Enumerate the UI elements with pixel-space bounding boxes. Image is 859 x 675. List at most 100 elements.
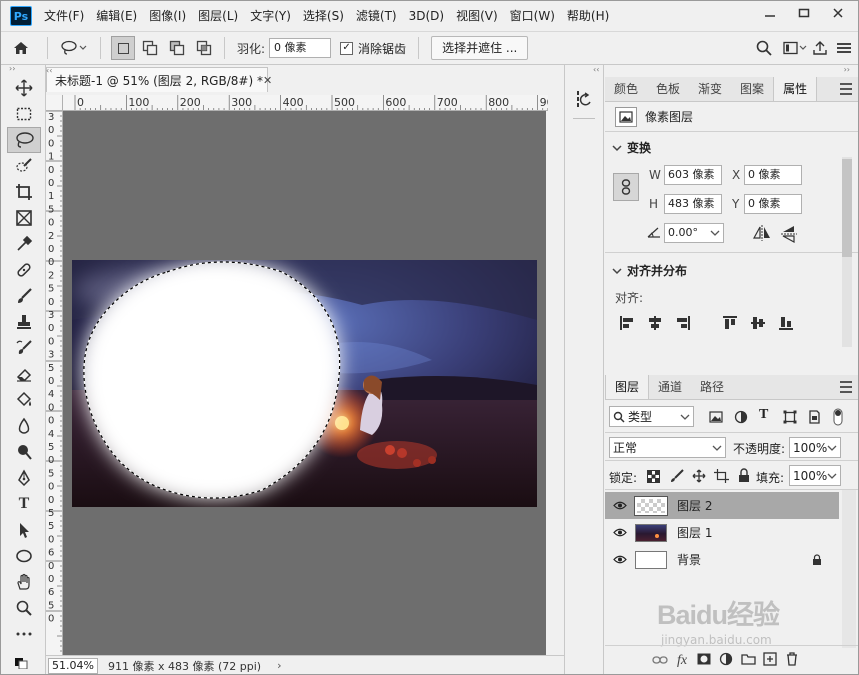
dodge-tool-icon[interactable] <box>7 439 41 465</box>
status-menu-chevron-icon[interactable]: › <box>277 659 281 672</box>
flip-vertical-icon[interactable] <box>781 225 797 243</box>
zoom-tool-icon[interactable] <box>7 595 41 621</box>
vertical-ruler[interactable]: 3 0 0 1 0 0 1 5 0 2 0 0 2 5 0 3 0 0 3 5 0 4 0 0 4 5 0 5 0 0 5 5 0 6 0 0 6 5 0 <box>46 111 63 655</box>
layer-filter-select[interactable]: 类型 <box>609 406 694 427</box>
tab-gradients[interactable]: 渐变 <box>689 77 731 101</box>
new-adjustment-layer-icon[interactable] <box>715 652 737 669</box>
align-center-v-icon[interactable] <box>750 315 766 331</box>
type-tool-icon[interactable]: T <box>7 491 41 517</box>
link-layers-icon[interactable] <box>649 654 671 668</box>
history-panel-icon[interactable] <box>575 89 603 112</box>
tab-swatches[interactable]: 色板 <box>647 77 689 101</box>
height-input[interactable]: 483 像素 <box>664 194 722 214</box>
swap-colors-icon[interactable] <box>14 657 34 670</box>
fill-input[interactable]: 100% <box>789 465 841 486</box>
history-brush-tool-icon[interactable] <box>7 335 41 361</box>
antialias-checkbox[interactable]: ✓ <box>340 41 354 55</box>
new-selection-button[interactable] <box>111 36 135 60</box>
eyedropper-tool-icon[interactable] <box>7 231 41 257</box>
blur-tool-icon[interactable] <box>7 413 41 439</box>
collapse-icon[interactable]: ›› <box>605 65 858 77</box>
lock-transparent-pixels-icon[interactable] <box>647 470 660 483</box>
scrollbar-thumb[interactable] <box>842 159 852 257</box>
intersect-selection-button[interactable] <box>192 36 216 60</box>
menu-window[interactable]: 窗口(W) <box>504 1 561 31</box>
document-tab[interactable]: 未标题-1 @ 51% (图层 2, RGB/8#) * ✕ <box>46 67 272 92</box>
maximize-button[interactable] <box>787 1 821 25</box>
horizontal-ruler[interactable]: 0 100 200 300 400 500 600 700 800 90 <box>63 95 548 111</box>
close-tab-icon[interactable]: ✕ <box>263 74 272 87</box>
tab-layers[interactable]: 图层 <box>605 375 650 399</box>
lock-image-pixels-icon[interactable] <box>670 469 684 483</box>
align-center-h-icon[interactable] <box>647 315 663 331</box>
add-mask-icon[interactable] <box>693 653 715 668</box>
frame-tool-icon[interactable] <box>7 205 41 231</box>
eraser-tool-icon[interactable] <box>7 361 41 387</box>
lasso-preset-picker[interactable] <box>54 36 94 60</box>
more-tools-icon[interactable] <box>7 621 41 647</box>
align-left-icon[interactable] <box>619 315 635 331</box>
menu-view[interactable]: 视图(V) <box>450 1 504 31</box>
marquee-tool-icon[interactable] <box>7 101 41 127</box>
filter-pixel-icon[interactable] <box>709 411 723 423</box>
menu-image[interactable]: 图像(I) <box>143 1 192 31</box>
filter-smart-object-icon[interactable] <box>807 410 821 424</box>
menu-help[interactable]: 帮助(H) <box>561 1 615 31</box>
chevron-down-icon[interactable] <box>611 143 623 153</box>
healing-brush-tool-icon[interactable] <box>7 257 41 283</box>
move-tool-icon[interactable] <box>7 75 41 101</box>
visibility-eye-icon[interactable] <box>605 499 635 513</box>
panel-menu-icon[interactable] <box>840 83 852 95</box>
path-selection-tool-icon[interactable] <box>7 517 41 543</box>
select-and-mask-button[interactable]: 选择并遮住 ... <box>431 36 529 60</box>
opacity-input[interactable]: 100% <box>789 437 841 458</box>
vertical-scrollbar[interactable] <box>548 95 564 655</box>
lasso-tool-icon[interactable] <box>7 127 41 153</box>
quick-selection-tool-icon[interactable] <box>7 153 41 179</box>
x-input[interactable]: 0 像素 <box>744 165 802 185</box>
align-top-icon[interactable] <box>722 315 738 331</box>
clone-stamp-tool-icon[interactable] <box>7 309 41 335</box>
properties-scrollbar[interactable] <box>842 157 852 347</box>
layer-style-icon[interactable]: fx <box>671 653 693 669</box>
blend-mode-select[interactable]: 正常 <box>609 437 726 458</box>
layer-row-background[interactable]: 背景 <box>605 546 839 573</box>
lock-position-icon[interactable] <box>692 469 706 483</box>
tab-color[interactable]: 颜色 <box>605 77 647 101</box>
panel-menu-icon[interactable] <box>840 381 852 393</box>
filter-adjustment-icon[interactable] <box>734 410 748 424</box>
flip-horizontal-icon[interactable] <box>753 225 771 241</box>
expand-icon[interactable]: ‹‹ <box>565 65 603 75</box>
search-icon[interactable] <box>753 36 775 60</box>
minimize-button[interactable] <box>753 1 787 25</box>
align-bottom-icon[interactable] <box>778 315 794 331</box>
menu-filter[interactable]: 滤镜(T) <box>350 1 403 31</box>
lock-all-icon[interactable] <box>738 468 750 483</box>
tab-properties[interactable]: 属性 <box>773 77 818 101</box>
pen-tool-icon[interactable] <box>7 465 41 491</box>
filter-toggle-icon[interactable] <box>832 408 844 426</box>
crop-tool-icon[interactable] <box>7 179 41 205</box>
subtract-from-selection-button[interactable] <box>165 36 189 60</box>
angle-input[interactable]: 0.00° <box>664 223 724 243</box>
layer-row-layer2[interactable]: 图层 2 <box>605 492 839 519</box>
new-group-icon[interactable] <box>737 653 759 668</box>
collapse-icon[interactable]: ›› <box>1 65 45 75</box>
ruler-origin[interactable] <box>46 95 63 111</box>
tab-channels[interactable]: 通道 <box>649 375 691 399</box>
filter-shape-icon[interactable] <box>783 410 797 424</box>
menu-type[interactable]: 文字(Y) <box>244 1 297 31</box>
filter-type-icon[interactable]: T <box>759 407 768 423</box>
hand-tool-icon[interactable] <box>7 569 41 595</box>
add-to-selection-button[interactable] <box>138 36 162 60</box>
layer-row-layer1[interactable]: 图层 1 <box>605 519 839 546</box>
zoom-level-input[interactable]: 51.04% <box>48 657 98 674</box>
menu-layer[interactable]: 图层(L) <box>192 1 244 31</box>
visibility-eye-icon[interactable] <box>605 526 635 540</box>
visibility-eye-icon[interactable] <box>605 553 635 567</box>
new-layer-icon[interactable] <box>759 652 781 669</box>
chevron-down-icon[interactable] <box>611 266 623 276</box>
align-right-icon[interactable] <box>675 315 691 331</box>
collapse-icon[interactable]: ‹‹ <box>46 67 58 77</box>
menu-3d[interactable]: 3D(D) <box>403 1 450 31</box>
